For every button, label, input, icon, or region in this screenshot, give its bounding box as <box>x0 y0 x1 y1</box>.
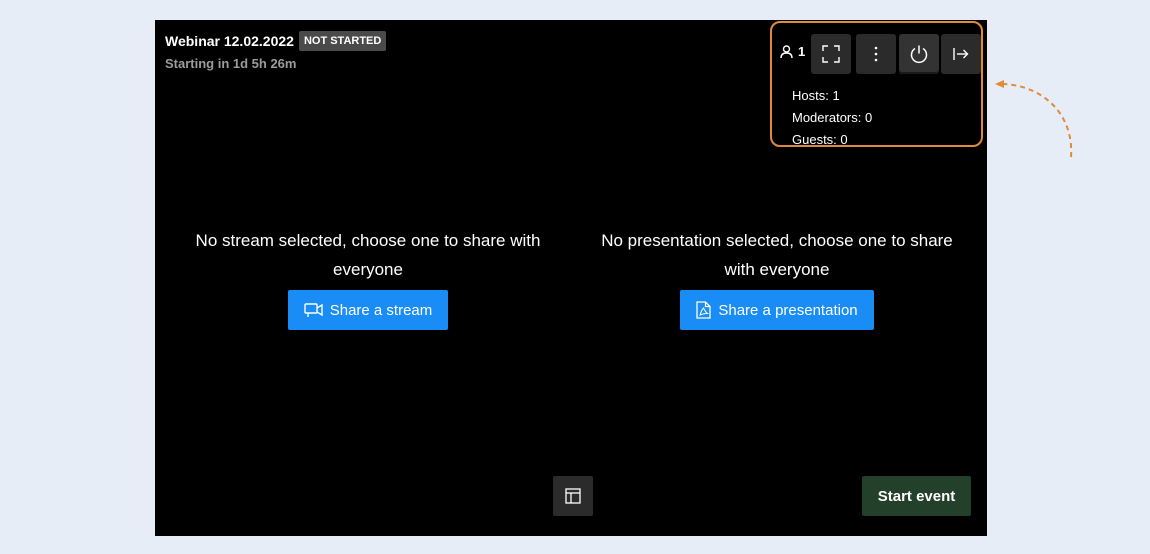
share-presentation-button[interactable]: Share a presentation <box>680 290 874 330</box>
start-event-button[interactable]: Start event <box>862 476 971 516</box>
stream-empty-message: No stream selected, choose one to share … <box>195 231 541 279</box>
participant-counter[interactable]: 1 <box>780 44 805 59</box>
fullscreen-icon <box>822 45 840 63</box>
share-presentation-label: Share a presentation <box>718 301 858 319</box>
toggle-layout-button[interactable] <box>553 476 593 516</box>
screen-share-icon <box>304 303 323 317</box>
event-countdown: Starting in 1d 5h 26m <box>165 56 297 71</box>
pdf-file-icon <box>696 301 712 319</box>
leave-button[interactable] <box>941 34 981 74</box>
share-stream-button[interactable]: Share a stream <box>287 290 449 330</box>
guests-count: Guests: 0 <box>792 132 848 147</box>
fullscreen-button[interactable] <box>811 34 851 74</box>
end-event-button[interactable] <box>899 34 939 74</box>
participant-count: 1 <box>798 44 806 59</box>
share-stream-label: Share a stream <box>329 301 433 319</box>
callout-arrow-icon <box>995 80 1073 158</box>
more-options-button[interactable] <box>856 34 896 74</box>
more-vertical-icon <box>874 46 878 62</box>
layout-panel-icon <box>565 488 581 504</box>
presentation-empty-message: No presentation selected, choose one to … <box>601 231 953 279</box>
stream-section: No stream selected, choose one to share … <box>180 226 556 330</box>
event-stage: Webinar 12.02.2022 NOT STARTED Starting … <box>155 20 987 536</box>
presentation-section: No presentation selected, choose one to … <box>585 226 969 330</box>
hosts-count: Hosts: 1 <box>792 88 840 103</box>
controls-panel: 1 Hosts: 1 Moderators: 0 Guests: 0 <box>770 21 983 147</box>
moderators-count: Moderators: 0 <box>792 110 873 125</box>
event-title: Webinar 12.02.2022 <box>165 33 294 49</box>
power-icon <box>910 45 928 64</box>
status-badge: NOT STARTED <box>298 31 387 51</box>
participant-breakdown: Hosts: 1 Moderators: 0 Guests: 0 <box>792 85 872 151</box>
exit-icon <box>953 48 969 60</box>
event-header: Webinar 12.02.2022 NOT STARTED <box>165 31 387 51</box>
user-icon <box>780 44 793 58</box>
